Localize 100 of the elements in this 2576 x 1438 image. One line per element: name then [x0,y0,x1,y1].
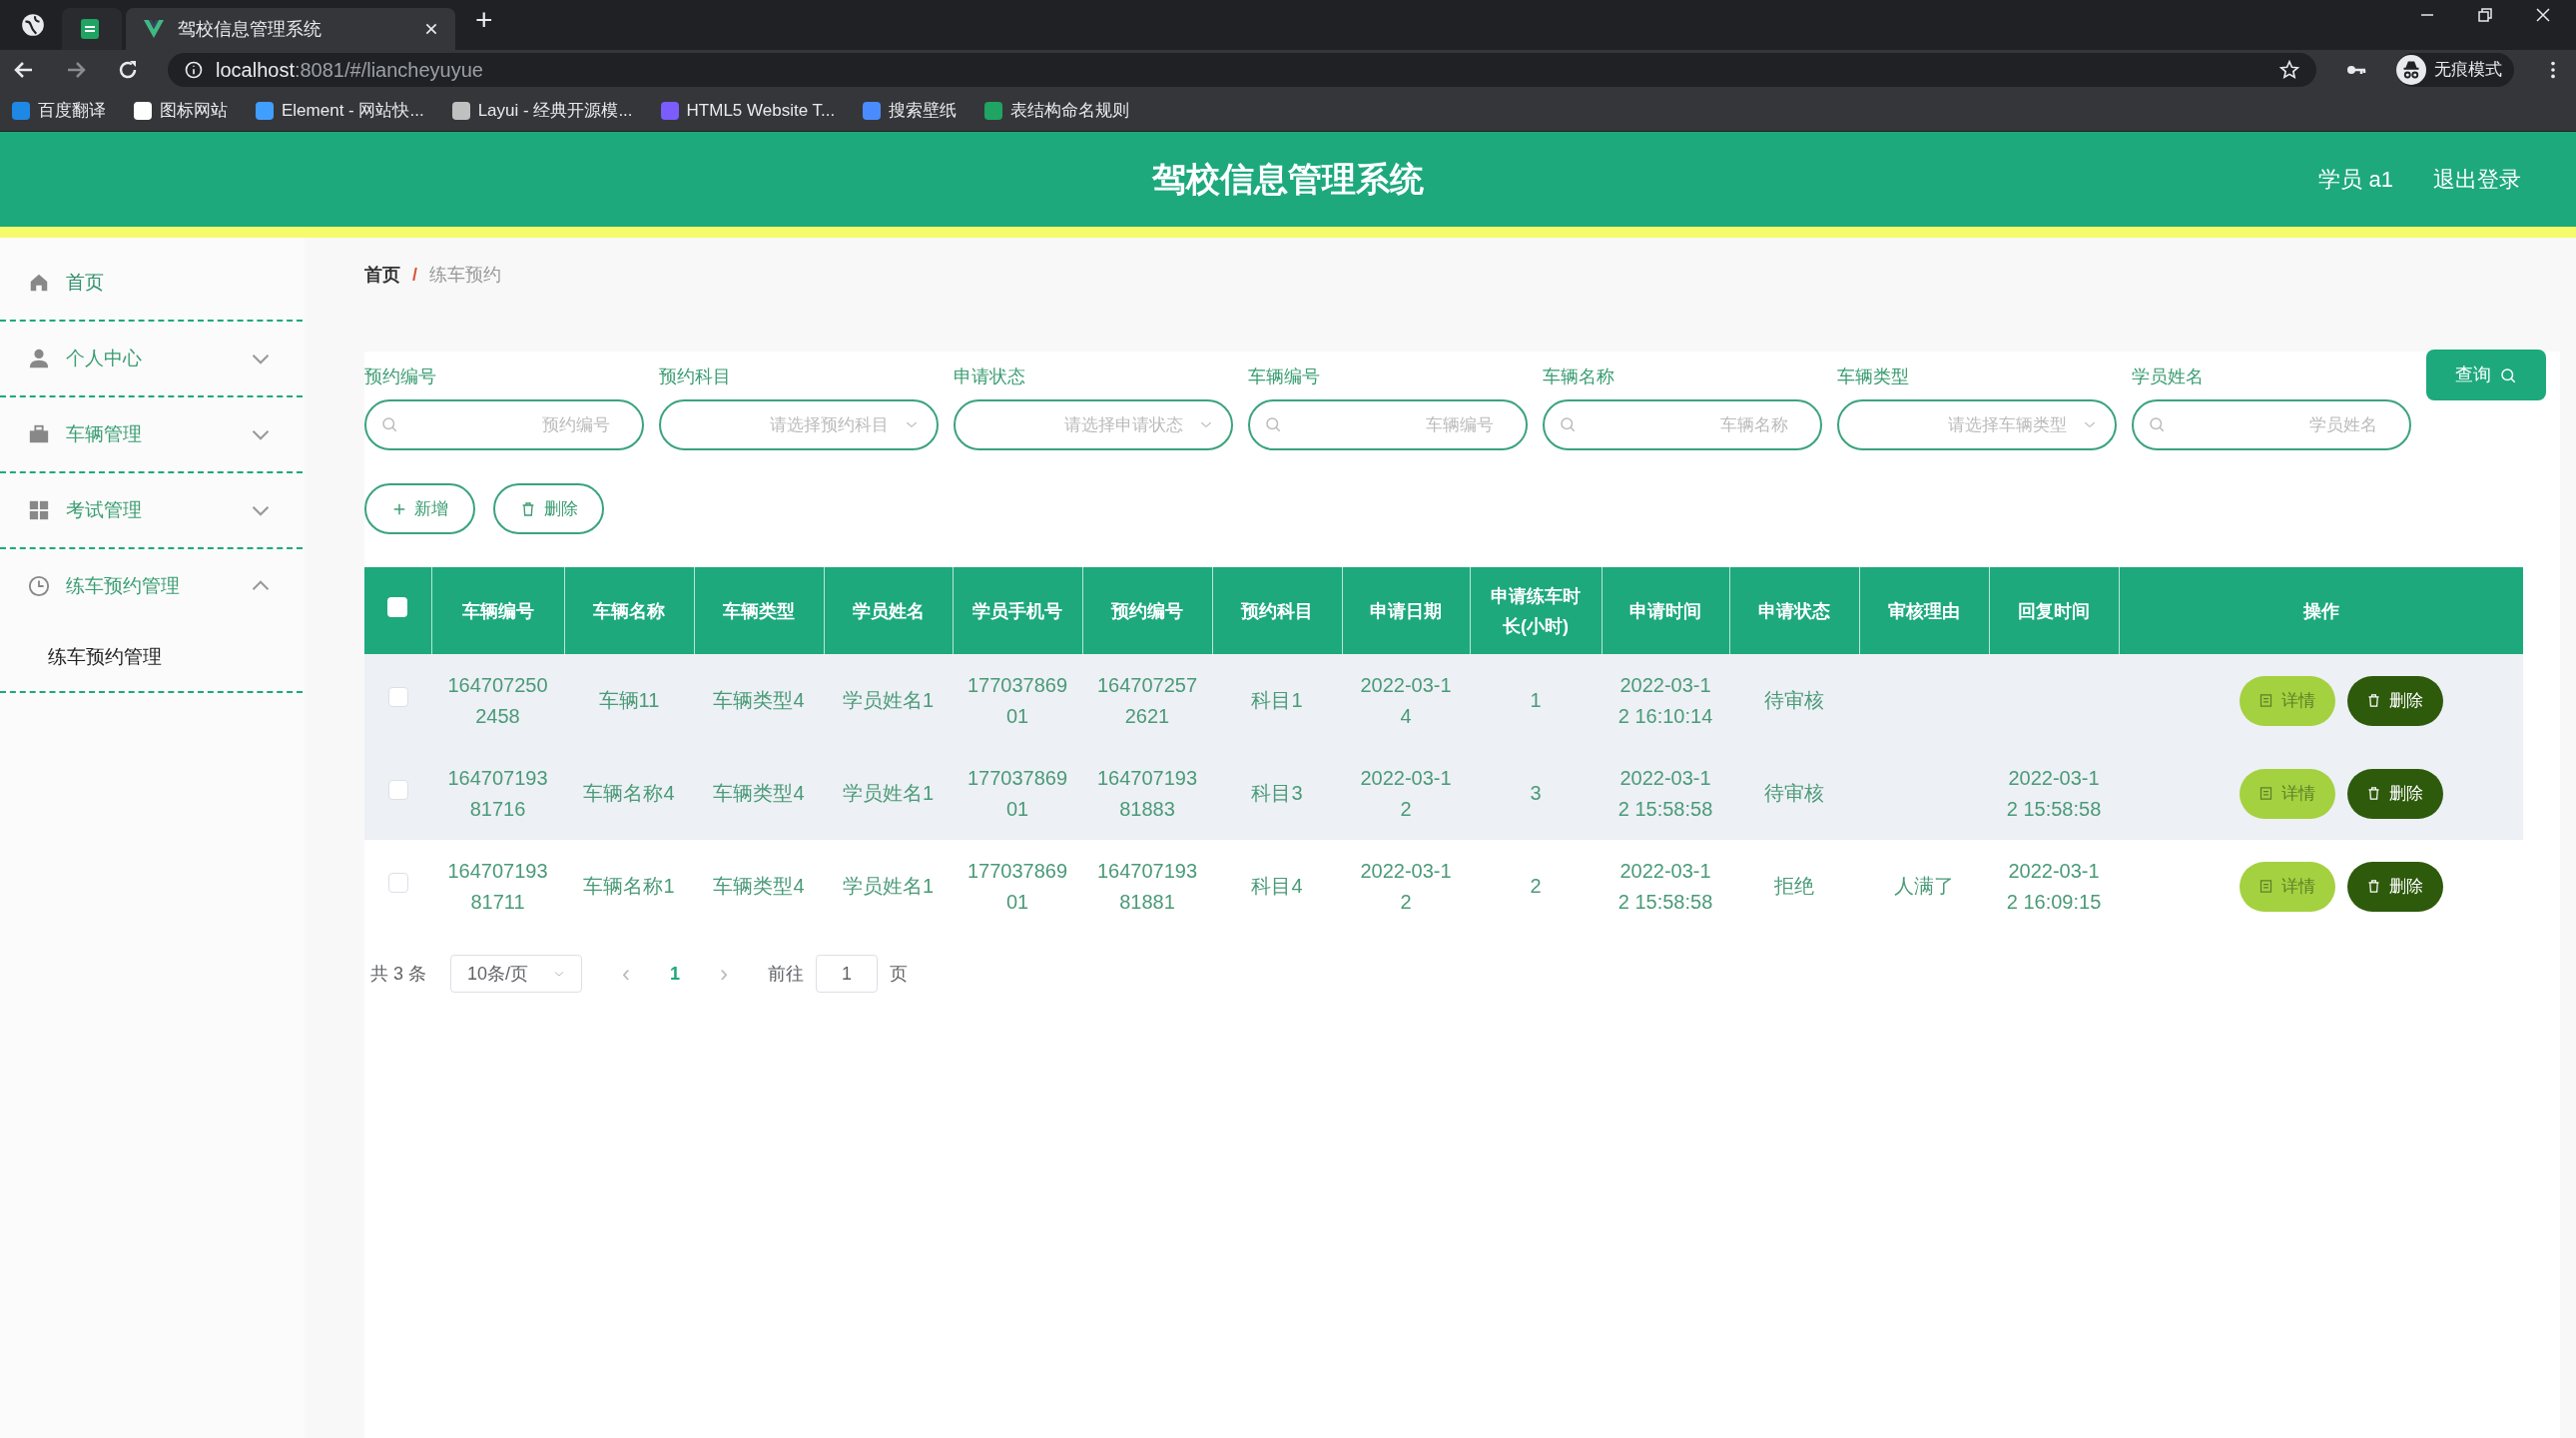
column-header: 学员手机号 [953,567,1082,654]
delete-button[interactable]: 删除 [2346,768,2443,819]
goto-label: 前往 [768,962,805,986]
bookmark[interactable]: 表结构命名规则 [984,97,1130,124]
table-cell-text: 学员姓名1 [842,874,935,899]
url-text: localhost:8081/#/liancheyuyue [216,58,483,83]
restore-icon[interactable] [2476,6,2494,24]
user-name: 学员 a1 [2318,166,2393,194]
search-field[interactable]: 车辆名称 [1543,399,1822,450]
browser-tab[interactable] [62,8,122,50]
user-icon [28,348,50,369]
page-suffix: 页 [890,962,909,986]
search-icon [2499,365,2517,384]
bookmark[interactable]: 搜索壁纸 [863,97,958,124]
address-bar[interactable]: localhost:8081/#/liancheyuyue [168,53,2316,87]
search-icon [380,415,398,433]
bookmark[interactable]: 百度翻译 [12,97,106,124]
table-cell-text: 拒绝 [1774,874,1814,899]
column-header: 回复时间 [1989,567,2119,654]
close-icon[interactable] [423,21,439,37]
search-icon [1559,415,1577,433]
column-header: 审核理由 [1859,567,1989,654]
breadcrumb-separator: / [412,263,417,287]
document-icon [2258,693,2273,708]
sidebar-subitem[interactable]: 练车预约管理 [0,623,303,691]
column-header: 车辆名称 [564,567,694,654]
briefcase-icon [28,423,50,445]
profile-button[interactable]: 无痕模式 [2396,53,2514,87]
table-cell-text: 2022-03-12 [1359,858,1453,915]
column-header: 申请时间 [1602,567,1729,654]
filter-label: 车辆类型 [1837,365,1910,388]
table-cell-text: 2 [1530,874,1542,899]
sheet-icon [78,17,102,41]
search-icon [1264,415,1282,433]
select-field[interactable]: 请选择车辆类型 [1837,399,2117,450]
close-icon[interactable] [2534,6,2552,24]
table-cell-text: 1647072572621 [1096,672,1198,729]
checkbox[interactable] [387,873,408,893]
bookmark[interactable]: Element - 网站快... [256,97,424,124]
info-icon [184,60,204,80]
bookmark[interactable]: HTML5 Website T... [660,97,836,124]
table-cell-text: 17703786901 [966,765,1068,822]
table-cell-text: 2022-03-12 [1359,765,1453,822]
table-cell-text: 人满了 [1894,874,1954,899]
table-cell-text: 待审核 [1764,781,1824,806]
filter-label: 车辆名称 [1543,365,1615,388]
table-row[interactable]: 16470719381716 车辆名称4 车辆类型4 学员姓名1 17703786901 16470719381883 科目3 2022-03-12 3 2022-03-12 15:58:58 待审核 2022-03-12 15:58:58 详情 删除 [364,747,2523,840]
filter-label: 申请状态 [954,365,1026,388]
checkbox[interactable] [387,687,408,707]
checkbox[interactable] [387,780,408,800]
table-cell-text: 3 [1530,781,1542,806]
incognito-icon [2396,55,2426,85]
select-field[interactable]: 请选择预约科目 [659,399,939,450]
browser-tab[interactable]: 驾校信息管理系统 [126,8,455,50]
column-header: 操作 [2119,567,2523,654]
bookmark[interactable]: Layui - 经典开源模... [451,97,633,124]
total-count: 共 3 条 [370,962,426,986]
delete-button[interactable]: 删除 [2346,861,2443,912]
table-row[interactable]: 1647072502458 车辆11 车辆类型4 学员姓名1 17703786901 1647072572621 科目1 2022-03-14 1 2022-03-12 16:10:14 待审核 详情 删除 [364,654,2523,747]
table-cell-text: 2022-03-12 15:58:58 [2005,765,2103,822]
table-cell-text: 学员姓名1 [842,688,935,713]
filter-label: 预约编号 [364,365,437,388]
star-icon[interactable] [2278,59,2300,81]
search-field[interactable]: 学员姓名 [2132,399,2411,450]
document-icon [2258,879,2273,894]
filter-label: 车辆编号 [1248,365,1321,388]
page-input[interactable]: 1 [816,955,879,993]
sidebar-item[interactable]: 首页 [0,246,303,320]
table-cell-text: 1647072502458 [446,672,549,729]
column-header: 学员姓名 [824,567,953,654]
column-header: 申请日期 [1342,567,1470,654]
search-field[interactable]: 预约编号 [364,399,644,450]
table-cell-text: 科目4 [1251,874,1303,899]
table-cell-text: 16470719381881 [1096,858,1198,915]
checkbox[interactable] [387,597,408,617]
search-field[interactable]: 车辆编号 [1248,399,1528,450]
delete-button[interactable]: 删除 [493,483,604,534]
search-icon [2148,415,2166,433]
globe-icon[interactable] [20,12,46,38]
table-cell-text: 学员姓名1 [842,781,935,806]
page-size-select[interactable]: 10条/页 [450,955,582,993]
column-header: 车辆类型 [694,567,824,654]
new-tab-button[interactable]: + [475,0,493,42]
column-header: 预约科目 [1212,567,1342,654]
table-cell-text: 科目3 [1251,781,1303,806]
trash-icon [2366,693,2381,708]
filter-label: 学员姓名 [2132,365,2205,388]
plus-icon [391,501,406,516]
bookmark[interactable]: 图标网站 [134,97,228,124]
delete-button[interactable]: 删除 [2346,675,2443,726]
trash-icon [2366,879,2381,894]
breadcrumb-item[interactable]: 首页 [364,261,400,289]
table-cell-text: 车辆名称1 [583,874,675,899]
table-cell-text: 车辆类型4 [713,688,805,713]
table-cell-text: 16470719381716 [446,765,549,822]
table-cell-text: 2022-03-14 [1359,672,1453,729]
home-icon [28,272,50,294]
document-icon [2258,786,2273,801]
grid-icon [28,499,50,521]
select-field[interactable]: 请选择申请状态 [954,399,1233,450]
